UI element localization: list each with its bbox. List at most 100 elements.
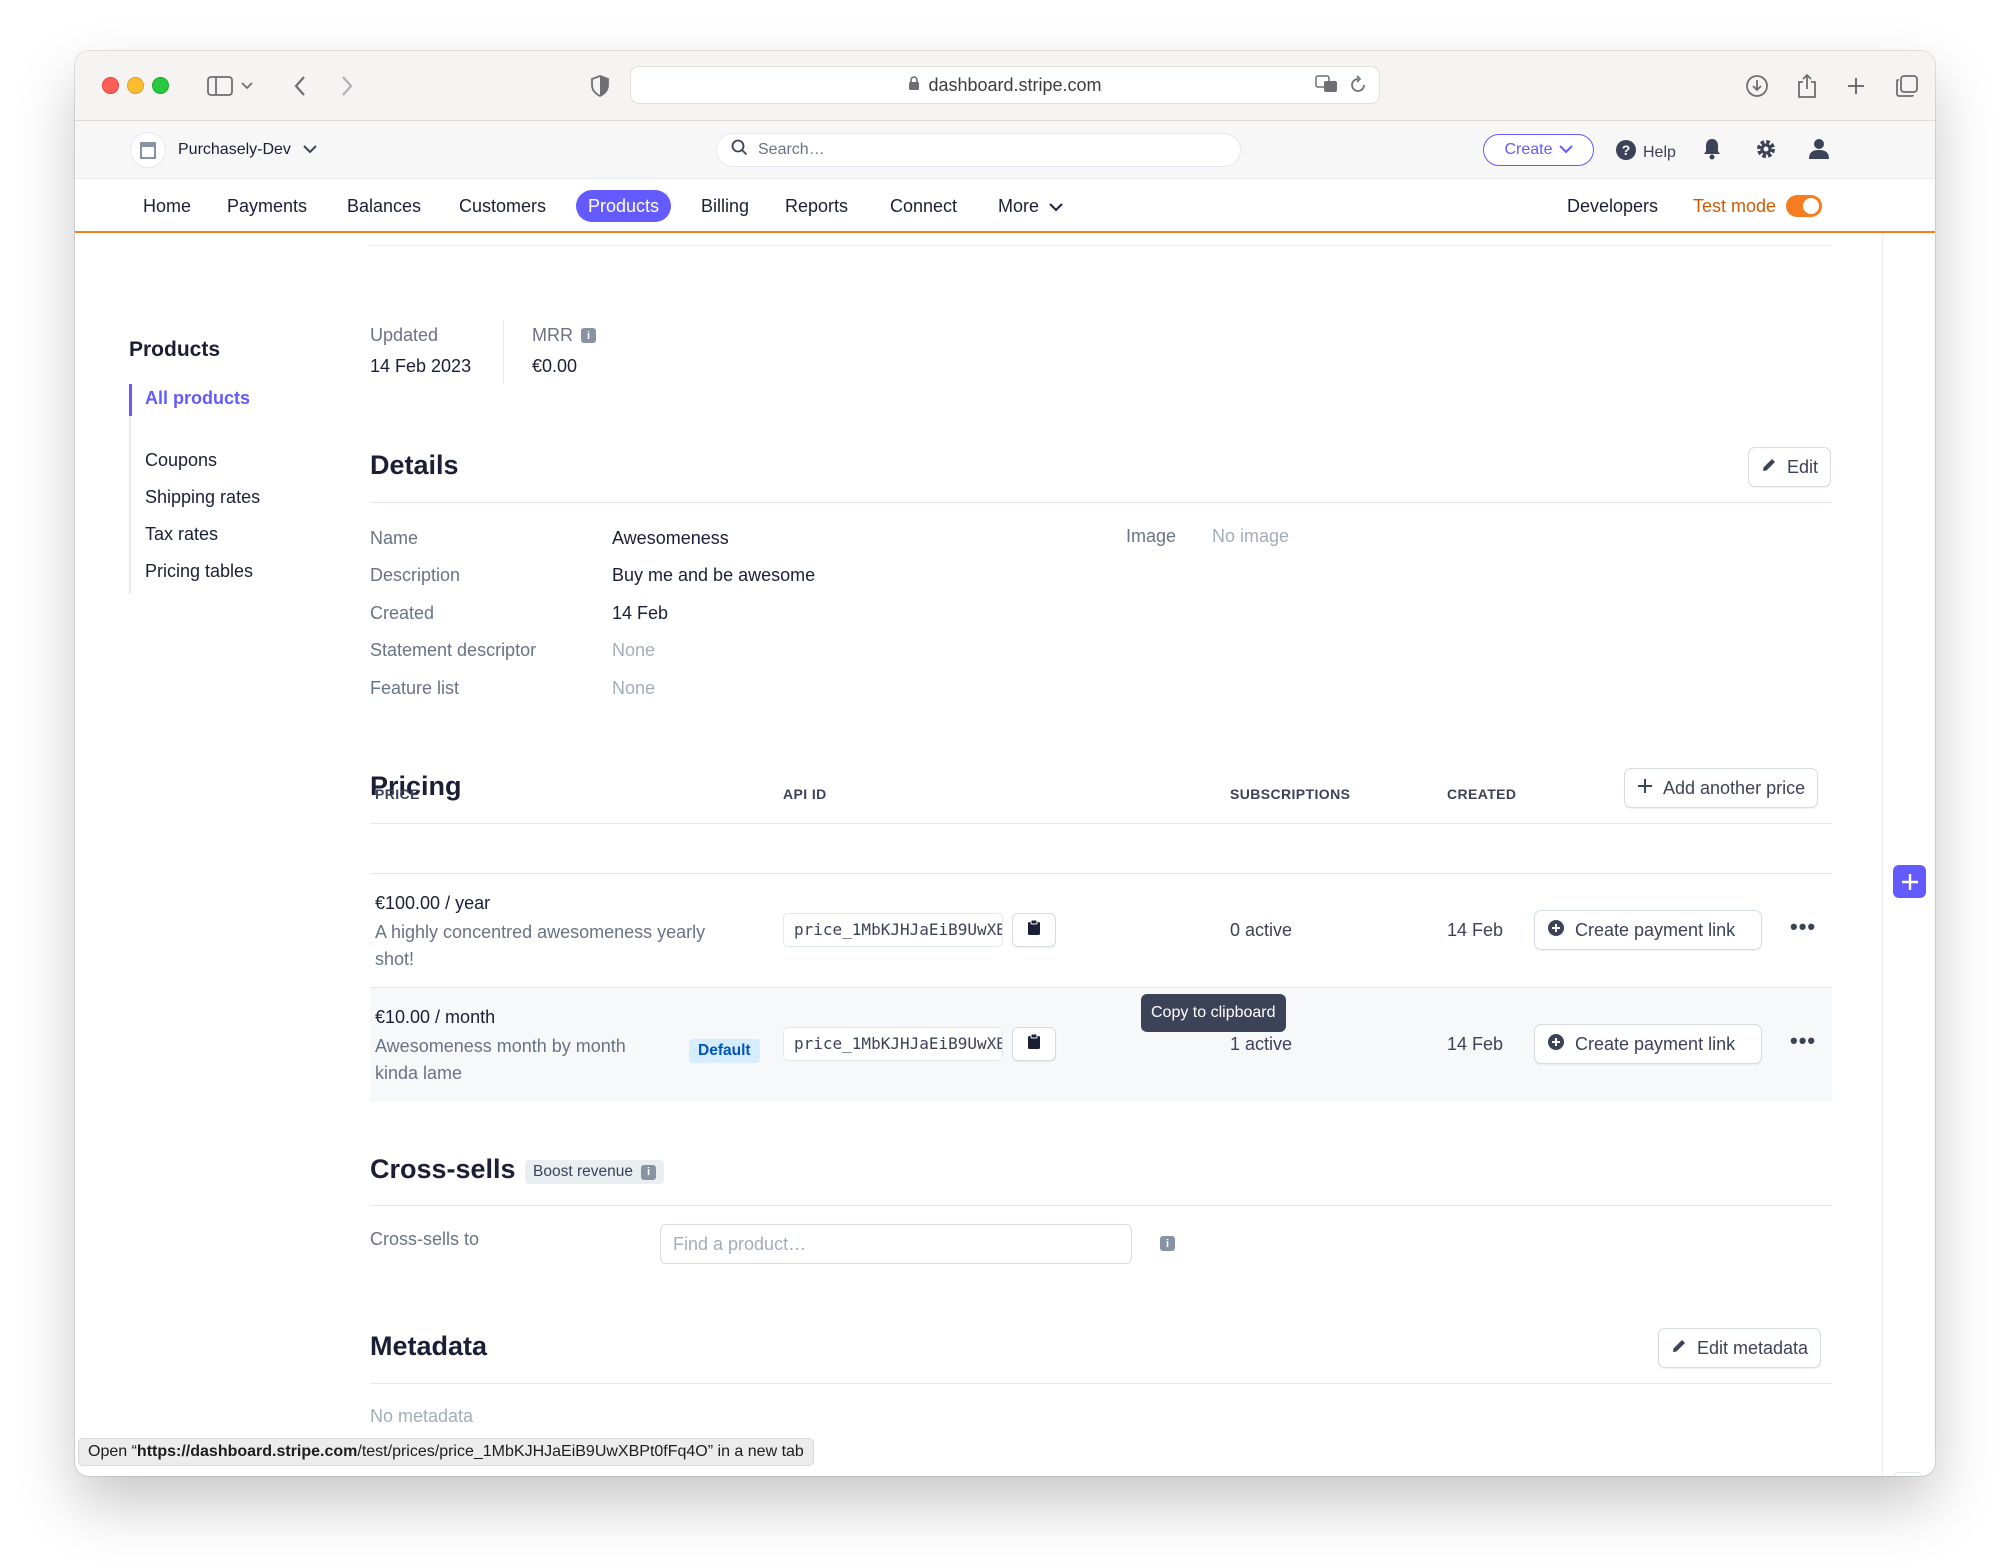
help-icon: ? [1615, 139, 1637, 166]
divider [370, 1205, 1832, 1206]
user-icon[interactable] [1807, 137, 1831, 166]
forward-icon[interactable] [330, 69, 364, 103]
chevron-down-icon [1049, 190, 1063, 222]
main-nav: Home Payments Balances Customers Product… [75, 179, 1935, 233]
edit-details-button[interactable]: Edit [1748, 447, 1832, 487]
right-rail-divider [1882, 234, 1883, 1476]
detail-value-image: No image [1212, 526, 1290, 546]
nav-item-payments[interactable]: Payments [215, 190, 319, 222]
price-amount[interactable]: €100.00 / year [375, 893, 490, 914]
info-icon[interactable]: i [1160, 1236, 1175, 1251]
subscriptions-count: 0 active [1230, 920, 1293, 940]
more-options-icon[interactable]: ••• [1790, 1028, 1816, 1054]
sidebar-item-tax-rates[interactable]: Tax rates [145, 524, 218, 545]
create-payment-link-button[interactable]: Create payment link [1534, 1024, 1762, 1064]
search-input[interactable]: Search… [716, 133, 1241, 167]
nav-item-connect[interactable]: Connect [878, 190, 969, 222]
nav-item-home[interactable]: Home [131, 190, 203, 222]
sidebar-item-pricing-tables[interactable]: Pricing tables [145, 561, 253, 582]
sidebar-active-indicator [129, 384, 132, 416]
sidebar-item-shipping-rates[interactable]: Shipping rates [145, 487, 260, 508]
boost-revenue-badge: Boost revenue i [525, 1160, 664, 1184]
api-id-field[interactable]: price_1MbKJHJaEiB9UwXBPt0fFq4O [783, 1027, 1003, 1061]
nav-item-developers[interactable]: Developers [1555, 190, 1670, 222]
page-content: Products All products Coupons Shipping r… [75, 234, 1935, 1476]
test-mode-toggle[interactable]: Test mode [1693, 190, 1823, 222]
reload-icon[interactable] [1349, 74, 1367, 99]
detail-label-created: Created [370, 603, 435, 623]
new-tab-icon[interactable] [1839, 69, 1873, 103]
tab-overview-icon[interactable] [1890, 69, 1924, 103]
bell-icon[interactable] [1702, 137, 1722, 166]
subscriptions-count: 1 active [1230, 1034, 1293, 1054]
help-button[interactable]: ? Help [1615, 139, 1676, 166]
default-badge: Default [689, 1039, 760, 1063]
details-title: Details [370, 450, 459, 480]
search-icon [731, 139, 748, 161]
price-created: 14 Feb [1447, 920, 1504, 940]
sidebar-toggle-icon[interactable] [203, 69, 237, 103]
more-options-icon[interactable]: ••• [1790, 914, 1816, 940]
nav-item-products[interactable]: Products [576, 190, 672, 222]
browser-window: dashboard.stripe.com Purchasely-Dev Sear… [75, 51, 1935, 1476]
nav-item-customers[interactable]: Customers [447, 190, 558, 222]
quick-add-button[interactable] [1893, 865, 1926, 898]
price-amount[interactable]: €10.00 / month [375, 1007, 495, 1028]
edit-metadata-button[interactable]: Edit metadata [1658, 1328, 1822, 1368]
create-button[interactable]: Create [1483, 134, 1594, 166]
zoom-window-button[interactable] [152, 77, 169, 94]
add-another-price-button[interactable]: Add another price [1624, 768, 1819, 808]
column-header-created: CREATED [1447, 786, 1517, 802]
cross-sells-label: Cross-sells to [370, 1229, 480, 1249]
copy-button[interactable] [1012, 913, 1056, 947]
close-window-button[interactable] [102, 77, 119, 94]
status-url-host: https://dashboard.stripe.com [136, 1443, 358, 1460]
no-metadata-text: No metadata [370, 1406, 474, 1426]
gear-icon[interactable] [1754, 137, 1778, 166]
nav-item-more[interactable]: More [986, 190, 1075, 222]
divider [370, 823, 1832, 824]
price-description: Awesomeness month by month kinda lame [375, 1036, 626, 1083]
test-mode-label: Test mode [1693, 196, 1777, 216]
api-id-field[interactable]: price_1MbKJHJaEiB9UwXBPt0fFq4O [783, 913, 1003, 947]
nav-item-billing[interactable]: Billing [689, 190, 761, 222]
sidebar-item-all-products[interactable]: All products [145, 388, 250, 409]
link-status-bar: Open “https://dashboard.stripe.com/test/… [78, 1438, 814, 1466]
terminal-icon[interactable] [1893, 1472, 1923, 1476]
updated-label: Updated [370, 325, 439, 345]
account-name: Purchasely-Dev [178, 141, 291, 158]
detail-label-statement-descriptor: Statement descriptor [370, 640, 537, 660]
plus-circle-icon [1547, 1033, 1565, 1056]
create-payment-link-button[interactable]: Create payment link [1534, 910, 1762, 950]
help-label: Help [1643, 143, 1676, 161]
detail-label-name: Name [370, 528, 419, 548]
mrr-label-text: MRR [532, 325, 573, 345]
price-created: 14 Feb [1447, 1034, 1504, 1054]
mrr-value: €0.00 [532, 356, 578, 376]
share-icon[interactable] [1790, 69, 1824, 103]
translate-icon[interactable] [1315, 74, 1339, 99]
copy-tooltip: Copy to clipboard [1141, 994, 1286, 1032]
cross-sells-title: Cross-sells [370, 1154, 516, 1184]
account-switcher[interactable]: Purchasely-Dev [130, 132, 317, 168]
find-product-input[interactable]: Find a product… [660, 1224, 1132, 1264]
sidebar-item-coupons[interactable]: Coupons [145, 450, 217, 471]
nav-item-reports[interactable]: Reports [773, 190, 860, 222]
chevron-down-icon[interactable] [237, 69, 257, 103]
copy-button[interactable] [1012, 1027, 1056, 1061]
detail-value-statement-descriptor: None [612, 640, 656, 660]
updated-value: 14 Feb 2023 [370, 356, 472, 376]
info-icon[interactable]: i [640, 1164, 656, 1180]
minimize-window-button[interactable] [127, 77, 144, 94]
back-icon[interactable] [283, 69, 317, 103]
nav-item-balances[interactable]: Balances [335, 190, 433, 222]
url-text: dashboard.stripe.com [928, 74, 1102, 95]
mrr-label: MRR i [532, 325, 596, 346]
summary-divider [503, 320, 504, 384]
clipboard-icon [1027, 919, 1041, 941]
shield-icon[interactable] [583, 69, 617, 103]
address-bar[interactable]: dashboard.stripe.com [630, 66, 1380, 104]
download-icon[interactable] [1740, 69, 1774, 103]
edit-label: Edit [1787, 456, 1819, 477]
info-icon[interactable]: i [581, 328, 596, 343]
